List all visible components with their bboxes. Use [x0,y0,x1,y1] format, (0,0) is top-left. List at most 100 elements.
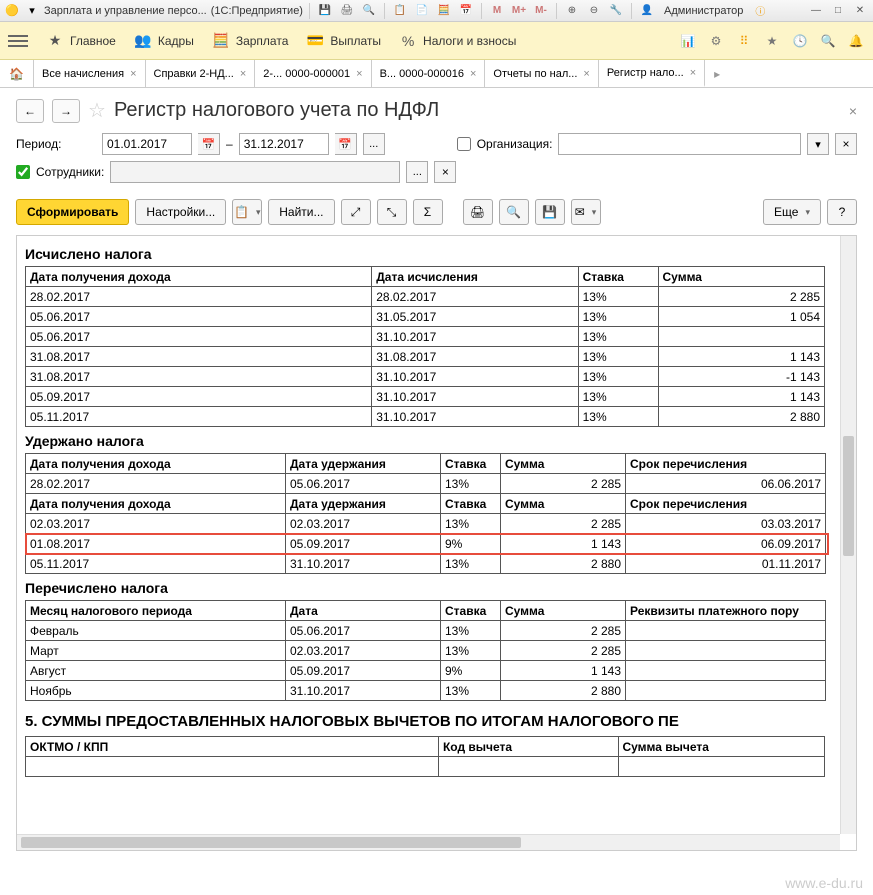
nav-taxes[interactable]: %Налоги и взносы [399,32,516,50]
nav-payments[interactable]: 💳Выплаты [306,32,381,50]
fav-icon[interactable]: ★ [763,32,781,50]
tab-3[interactable]: В... 0000-000016× [372,60,486,87]
apps-icon[interactable]: ⠿ [735,32,753,50]
emp-checkbox[interactable] [16,165,30,179]
tab-2[interactable]: 2-... 0000-000001× [255,60,371,87]
table-calculated: Дата получения доходаДата исчисленияСтав… [25,266,825,427]
table-row: 31.08.201731.08.201713%1 143 [26,347,825,367]
dropdown-icon[interactable]: ▾ [24,3,40,19]
section-title-2: Удержано налога [25,433,848,449]
report-icon[interactable]: 📊 [679,32,697,50]
org-label: Организация: [477,137,553,151]
m-plus-button[interactable]: M+ [510,3,528,19]
tab-home[interactable]: 🏠 [0,60,34,87]
favorite-toggle[interactable]: ☆ [88,98,106,123]
settings-button[interactable]: Настройки... [135,199,226,225]
tool-icon-1[interactable]: 📋 [391,3,409,19]
more-button[interactable]: Еще [763,199,821,225]
preview-icon[interactable]: 🔍 [360,3,378,19]
close-icon[interactable]: × [356,68,362,80]
expand-button[interactable]: ⤢ [341,199,371,225]
table-withheld-a: Дата получения доходаДата удержанияСтавк… [25,453,826,574]
org-input[interactable] [558,133,801,155]
calendar-icon[interactable]: 📅 [457,3,475,19]
emp-clear-button[interactable]: × [434,161,456,183]
close-icon[interactable]: × [240,68,246,80]
search-nav-icon[interactable]: 🔍 [819,32,837,50]
nav-salary[interactable]: 🧮Зарплата [212,32,289,50]
m-button[interactable]: M [488,3,506,19]
print-icon[interactable]: 🖨 [338,3,356,19]
page-title: Регистр налогового учета по НДФЛ [114,99,439,122]
table-row: Ноябрь31.10.201713%2 880 [26,681,826,701]
minimize-button[interactable]: — [807,3,825,19]
app-title: Зарплата и управление персо... [44,5,207,17]
email-button[interactable]: ✉ [571,199,601,225]
date-from-picker[interactable]: 📅 [198,133,220,155]
page-close-button[interactable]: × [849,103,857,119]
tool-icon-2[interactable]: 📄 [413,3,431,19]
nav-hr[interactable]: 👥Кадры [134,32,194,50]
tool-icon-3[interactable]: 🔧 [607,3,625,19]
close-icon[interactable]: × [470,68,476,80]
watermark: www.e-du.ru [785,875,863,891]
close-icon[interactable]: × [583,68,589,80]
variant-button[interactable]: 📋 [232,199,262,225]
tab-5[interactable]: Регистр нало...× [599,60,705,87]
org-clear-button[interactable]: × [835,133,857,155]
user-icon: 👤 [638,3,656,19]
find-button[interactable]: Найти... [268,199,334,225]
preview-button[interactable]: 🔍 [499,199,529,225]
forward-button[interactable]: → [52,99,80,123]
collapse-button[interactable]: ⤡ [377,199,407,225]
table-row: 01.08.201705.09.20179%1 14306.09.2017 [26,534,826,554]
tab-4[interactable]: Отчеты по нал...× [485,60,598,87]
calc-icon[interactable]: 🧮 [435,3,453,19]
tab-1[interactable]: Справки 2-НД...× [146,60,256,87]
date-to-input[interactable] [239,133,329,155]
close-icon[interactable]: × [690,67,696,79]
settings-nav-icon[interactable]: ⚙ [707,32,725,50]
vertical-scrollbar[interactable] [840,236,856,834]
tab-bar: 🏠 Все начисления× Справки 2-НД...× 2-...… [0,60,873,88]
sum-button[interactable]: Σ [413,199,443,225]
zoom-out-icon[interactable]: ⊖ [585,3,603,19]
print-button[interactable]: 🖨 [463,199,493,225]
zoom-in-icon[interactable]: ⊕ [563,3,581,19]
help-button[interactable]: ? [827,199,857,225]
save-report-button[interactable]: 💾 [535,199,565,225]
date-to-picker[interactable]: 📅 [335,133,357,155]
close-window-button[interactable]: ✕ [851,3,869,19]
bell-icon[interactable]: 🔔 [847,32,865,50]
table-row: 05.06.201731.10.201713% [26,327,825,347]
burger-menu[interactable] [8,32,28,50]
section-title-3: Перечислено налога [25,580,848,596]
horizontal-scrollbar[interactable] [17,834,840,850]
back-button[interactable]: ← [16,99,44,123]
user-label: Администратор [660,5,747,17]
save-icon[interactable]: 💾 [316,3,334,19]
info-icon[interactable]: ⓘ [751,3,769,19]
table-row: 05.11.201731.10.201713%2 880 [26,407,825,427]
table-row: 02.03.201702.03.201713%2 28503.03.2017 [26,514,826,534]
app-logo-icon: 🟡 [4,3,20,19]
org-checkbox[interactable] [457,137,471,151]
close-icon[interactable]: × [130,68,136,80]
emp-input[interactable] [110,161,400,183]
m-minus-button[interactable]: M- [532,3,550,19]
date-from-input[interactable] [102,133,192,155]
tab-scroll-right[interactable]: ▸ [705,60,729,87]
form-button[interactable]: Сформировать [16,199,129,225]
org-dropdown-button[interactable]: ▾ [807,133,829,155]
maximize-button[interactable]: □ [829,3,847,19]
titlebar: 🟡 ▾ Зарплата и управление персо... (1С:П… [0,0,873,22]
nav-main[interactable]: ★Главное [46,32,116,50]
table-row: Август05.09.20179%1 143 [26,661,826,681]
history-icon[interactable]: 🕓 [791,32,809,50]
table-transferred: Месяц налогового периодаДатаСтавкаСуммаР… [25,600,826,701]
emp-options-button[interactable]: ... [406,161,428,183]
tab-0[interactable]: Все начисления× [34,60,146,87]
table-deductions: ОКТМО / КППКод вычетаСумма вычета [25,736,825,777]
star-icon: ★ [46,32,64,50]
period-options-button[interactable]: ... [363,133,385,155]
